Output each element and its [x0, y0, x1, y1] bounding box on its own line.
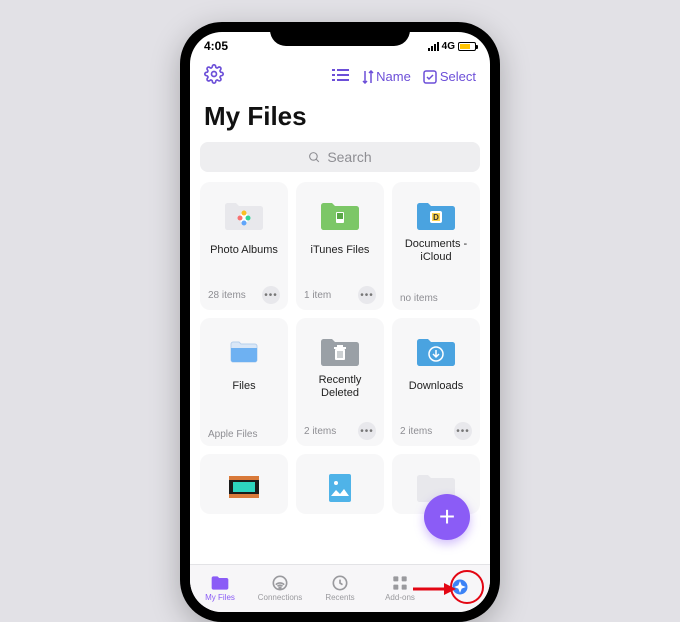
files-folder-icon	[208, 328, 280, 374]
svg-text:D: D	[433, 213, 439, 222]
tab-connections[interactable]: Connections	[253, 574, 307, 602]
folder-menu-button[interactable]: •••	[358, 286, 376, 304]
folder-documents-icloud[interactable]: D Documents - iCloud no items	[392, 182, 480, 310]
folder-downloads[interactable]: Downloads 2 items •••	[392, 318, 480, 446]
search-icon	[308, 151, 321, 164]
tab-recents[interactable]: Recents	[313, 574, 367, 602]
toolbar: Name Select	[190, 60, 490, 97]
page-title: My Files	[190, 97, 490, 142]
plus-icon: +	[439, 501, 455, 533]
folder-itunes-files[interactable]: iTunes Files 1 item •••	[296, 182, 384, 310]
folder-menu-button[interactable]: •••	[262, 286, 280, 304]
network-label: 4G	[442, 41, 455, 52]
signal-icon	[428, 42, 439, 51]
trash-folder-icon	[304, 328, 376, 374]
folder-menu-button[interactable]: •••	[358, 422, 376, 440]
tab-my-files[interactable]: My Files	[193, 574, 247, 602]
folder-icon	[210, 574, 230, 592]
grid-icon	[390, 574, 410, 592]
add-button[interactable]: +	[424, 494, 470, 540]
sort-button[interactable]: Name	[362, 69, 411, 84]
image-thumb-icon	[304, 464, 376, 510]
search-placeholder: Search	[327, 149, 371, 165]
folder-label: Files	[208, 374, 280, 400]
notch	[270, 22, 410, 46]
battery-icon	[458, 42, 476, 51]
folder-meta: no items	[400, 293, 438, 304]
folder-menu-button[interactable]: •••	[454, 422, 472, 440]
folder-meta: 2 items	[400, 426, 432, 437]
itunes-folder-icon	[304, 192, 376, 238]
view-toggle-icon[interactable]	[332, 68, 350, 85]
downloads-folder-icon	[400, 328, 472, 374]
folder-meta: 28 items	[208, 290, 246, 301]
folder-photo-albums[interactable]: Photo Albums 28 items •••	[200, 182, 288, 310]
status-time: 4:05	[204, 39, 228, 53]
folder-label: iTunes Files	[304, 238, 376, 264]
folder-item[interactable]	[296, 454, 384, 514]
folder-meta: 1 item	[304, 290, 331, 301]
clock-icon	[330, 574, 350, 592]
gear-icon[interactable]	[204, 64, 224, 89]
media-thumb-icon	[208, 464, 280, 510]
screen: 4:05 4G Name Select	[190, 32, 490, 612]
folder-item[interactable]	[200, 454, 288, 514]
documents-folder-icon: D	[400, 192, 472, 238]
wifi-icon	[270, 574, 290, 592]
status-right: 4G	[428, 41, 476, 52]
select-button[interactable]: Select	[423, 69, 476, 84]
phone-frame: 4:05 4G Name Select	[180, 22, 500, 622]
folder-meta: 2 items	[304, 426, 336, 437]
folder-label: Recently Deleted	[304, 374, 376, 400]
folder-label: Downloads	[400, 374, 472, 400]
search-input[interactable]: Search	[200, 142, 480, 172]
photos-folder-icon	[208, 192, 280, 238]
folder-recently-deleted[interactable]: Recently Deleted 2 items •••	[296, 318, 384, 446]
folder-label: Documents - iCloud	[400, 238, 472, 264]
callout-circle	[450, 570, 484, 604]
folder-files[interactable]: Files Apple Files	[200, 318, 288, 446]
folder-label: Photo Albums	[208, 238, 280, 264]
folder-meta: Apple Files	[208, 429, 257, 440]
